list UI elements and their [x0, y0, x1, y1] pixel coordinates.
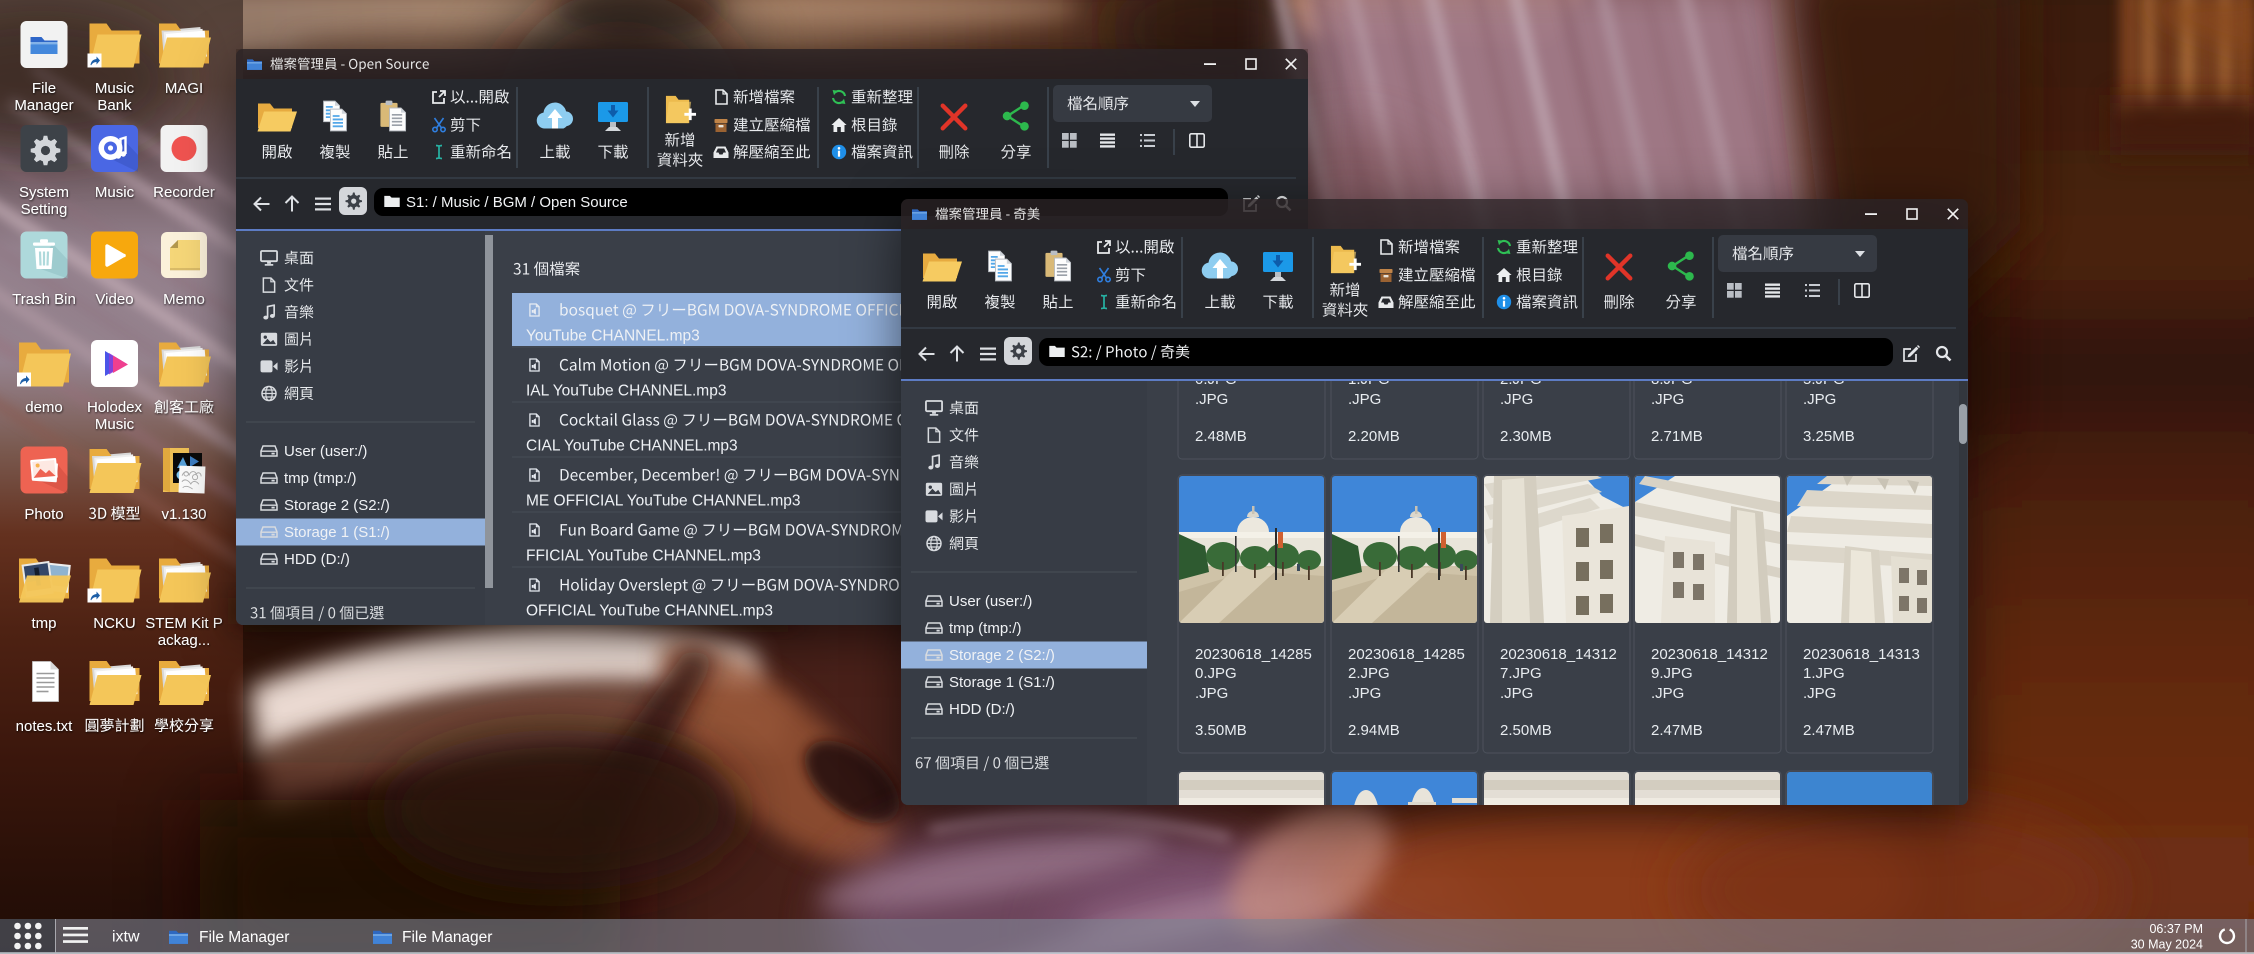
svg-text:20230618_14312: 20230618_14312	[1651, 646, 1768, 663]
svg-text:2.48MB: 2.48MB	[1195, 428, 1247, 445]
svg-text:File Manager: File Manager	[402, 929, 492, 946]
svg-text:S1: / Music / BGM / Open Sourc: S1: / Music / BGM / Open Source	[406, 194, 628, 211]
svg-text:ixtw: ixtw	[112, 929, 140, 946]
svg-text:1.JPG: 1.JPG	[1803, 665, 1845, 682]
svg-text:2.94MB: 2.94MB	[1348, 722, 1400, 739]
svg-text:File: File	[32, 80, 56, 97]
svg-text:Holodex: Holodex	[87, 399, 143, 416]
svg-text:YouTube CHANNEL.mp3: YouTube CHANNEL.mp3	[526, 327, 700, 344]
svg-text:.JPG: .JPG	[1348, 391, 1381, 408]
svg-text:OFFICIAL YouTube CHANNEL.mp3: OFFICIAL YouTube CHANNEL.mp3	[526, 602, 773, 619]
svg-text:User (user:/): User (user:/)	[949, 593, 1032, 610]
svg-text:Storage 2 (S2:/): Storage 2 (S2:/)	[949, 647, 1055, 664]
svg-text:Music: Music	[95, 80, 135, 97]
svg-text:MAGI: MAGI	[165, 80, 203, 97]
svg-text:Recorder: Recorder	[153, 184, 215, 201]
svg-text:2.47MB: 2.47MB	[1651, 722, 1703, 739]
svg-text:Music: Music	[95, 184, 135, 201]
svg-text:.JPG: .JPG	[1803, 685, 1836, 702]
svg-text:2.20MB: 2.20MB	[1348, 428, 1400, 445]
svg-text:ackag...: ackag...	[158, 632, 211, 649]
svg-text:.JPG: .JPG	[1651, 391, 1684, 408]
svg-text:.JPG: .JPG	[1195, 685, 1228, 702]
svg-text:0.JPG: 0.JPG	[1195, 665, 1237, 682]
svg-text:FFICIAL YouTube CHANNEL.mp3: FFICIAL YouTube CHANNEL.mp3	[526, 547, 761, 564]
svg-text:2.47MB: 2.47MB	[1803, 722, 1855, 739]
svg-text:2.50MB: 2.50MB	[1500, 722, 1552, 739]
svg-text:9.JPG: 9.JPG	[1651, 665, 1693, 682]
svg-text:ME OFFICIAL YouTube CHANNEL.mp: ME OFFICIAL YouTube CHANNEL.mp3	[526, 492, 801, 509]
svg-text:3.25MB: 3.25MB	[1803, 428, 1855, 445]
svg-text:06:37 PM: 06:37 PM	[2149, 922, 2203, 936]
svg-text:CIAL YouTube CHANNEL.mp3: CIAL YouTube CHANNEL.mp3	[526, 437, 738, 454]
svg-text:.JPG: .JPG	[1195, 391, 1228, 408]
svg-text:Video: Video	[95, 291, 133, 308]
svg-text:Manager: Manager	[14, 97, 73, 114]
svg-text:3.50MB: 3.50MB	[1195, 722, 1247, 739]
svg-text:STEM Kit P: STEM Kit P	[145, 615, 223, 632]
svg-text:Storage 1 (S1:/): Storage 1 (S1:/)	[949, 674, 1055, 691]
svg-text:Storage 2 (S2:/): Storage 2 (S2:/)	[284, 497, 390, 514]
svg-text:20230618_14313: 20230618_14313	[1803, 646, 1920, 663]
svg-text:notes.txt: notes.txt	[16, 718, 74, 735]
svg-text:30 May 2024: 30 May 2024	[2131, 937, 2203, 951]
svg-text:Memo: Memo	[163, 291, 205, 308]
svg-text:20230618_14285: 20230618_14285	[1195, 646, 1312, 663]
svg-text:.JPG: .JPG	[1500, 685, 1533, 702]
svg-text:2.30MB: 2.30MB	[1500, 428, 1552, 445]
svg-text:File Manager: File Manager	[199, 929, 289, 946]
svg-text:.JPG: .JPG	[1500, 391, 1533, 408]
svg-text:Trash Bin: Trash Bin	[12, 291, 76, 308]
svg-text:HDD (D:/): HDD (D:/)	[284, 551, 350, 568]
svg-text:.JPG: .JPG	[1651, 685, 1684, 702]
svg-text:7.JPG: 7.JPG	[1500, 665, 1542, 682]
svg-text:v1.130: v1.130	[161, 506, 206, 523]
svg-text:.JPG: .JPG	[1348, 685, 1381, 702]
svg-text:20230618_14312: 20230618_14312	[1500, 646, 1617, 663]
svg-text:demo: demo	[25, 399, 63, 416]
svg-text:2.JPG: 2.JPG	[1348, 665, 1390, 682]
svg-text:NCKU: NCKU	[93, 615, 136, 632]
svg-text:Music: Music	[95, 416, 135, 433]
svg-text:Bank: Bank	[97, 97, 132, 114]
svg-text:tmp (tmp:/): tmp (tmp:/)	[284, 470, 357, 487]
svg-text:Photo: Photo	[24, 506, 63, 523]
svg-text:Setting: Setting	[21, 201, 68, 218]
svg-text:User (user:/): User (user:/)	[284, 443, 367, 460]
svg-text:IAL YouTube CHANNEL.mp3: IAL YouTube CHANNEL.mp3	[526, 382, 726, 399]
svg-text:.JPG: .JPG	[1803, 391, 1836, 408]
svg-text:System: System	[19, 184, 69, 201]
svg-text:tmp (tmp:/): tmp (tmp:/)	[949, 620, 1022, 637]
svg-text:2.71MB: 2.71MB	[1651, 428, 1703, 445]
svg-text:tmp: tmp	[31, 615, 56, 632]
svg-text:20230618_14285: 20230618_14285	[1348, 646, 1465, 663]
svg-text:HDD (D:/): HDD (D:/)	[949, 701, 1015, 718]
svg-text:Storage 1 (S1:/): Storage 1 (S1:/)	[284, 524, 390, 541]
